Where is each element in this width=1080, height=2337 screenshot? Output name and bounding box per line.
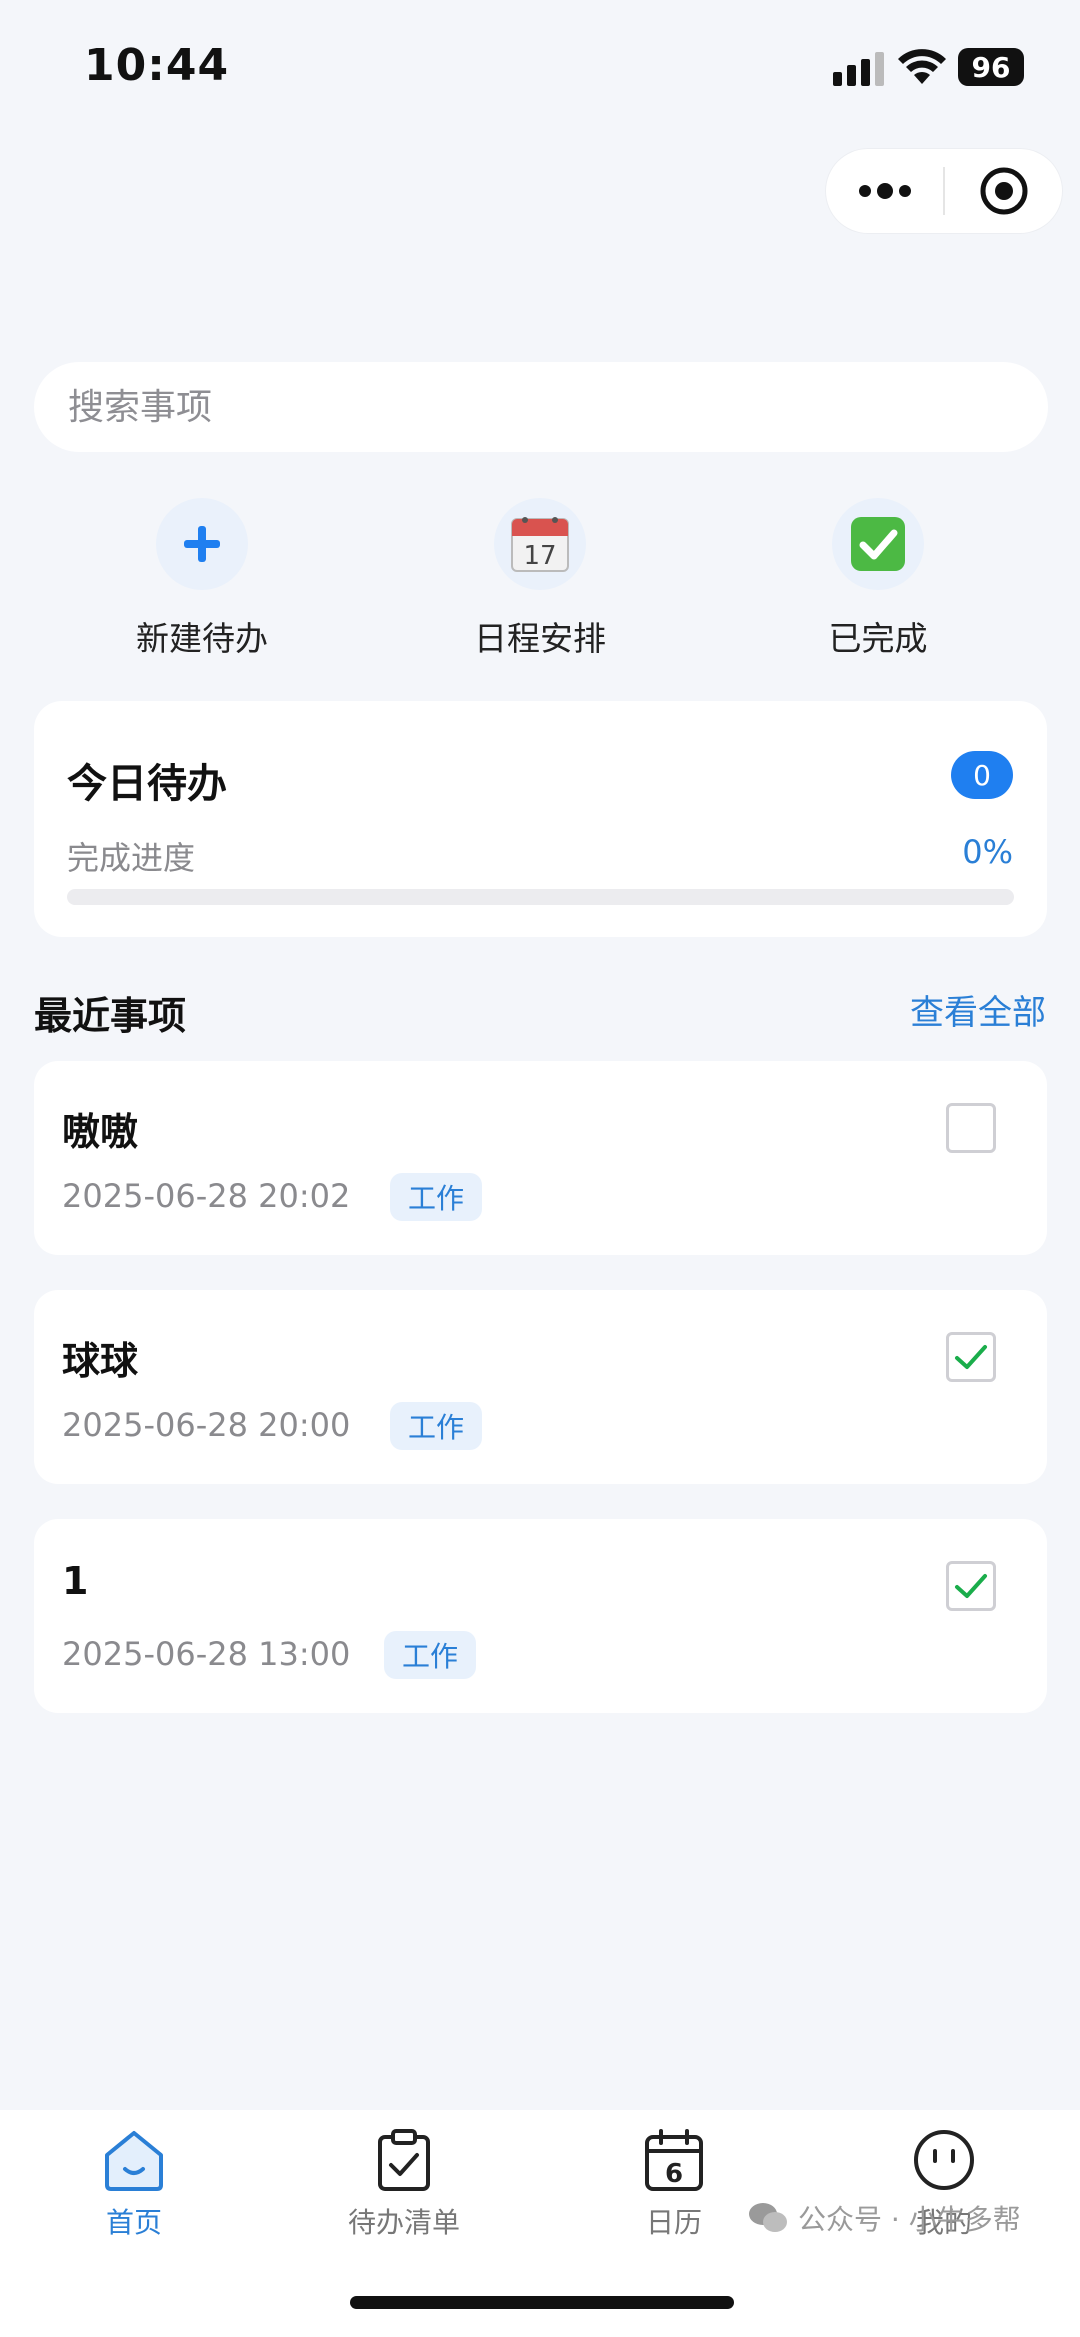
status-bar: 10:44 96 (0, 0, 1080, 140)
checkmark-icon (955, 1345, 987, 1369)
clipboard-check-icon (378, 2129, 430, 2191)
today-todo-card: 今日待办 0 完成进度 0% (34, 701, 1047, 937)
progress-label: 完成进度 (67, 839, 196, 877)
status-time: 10:44 (84, 40, 230, 91)
task-checkbox[interactable] (946, 1561, 996, 1611)
calendar-icon: 6 (645, 2129, 703, 2191)
tab-todo-list[interactable]: 待办清单 (304, 2127, 504, 2241)
tab-home[interactable]: 首页 (34, 2127, 234, 2241)
task-item[interactable]: 球球 2025-06-28 20:00 工作 (34, 1290, 1047, 1484)
more-options-button[interactable] (826, 149, 943, 233)
calendar-day-number: 6 (665, 2159, 683, 2189)
search-input[interactable] (34, 362, 1048, 452)
tab-todo-list-label: 待办清单 (347, 2206, 460, 2239)
task-datetime: 2025-06-28 20:00 (62, 1406, 351, 1444)
progress-percent: 0% (962, 833, 1013, 871)
check-mark-button-icon (832, 498, 924, 590)
task-category-tag: 工作 (390, 1173, 483, 1221)
schedule-button[interactable]: 17 日程安排 (410, 498, 670, 658)
task-item[interactable]: 嗷嗷 2025-06-28 20:02 工作 (34, 1061, 1047, 1255)
completed-button[interactable]: 已完成 (748, 498, 1008, 658)
tab-calendar[interactable]: 6 日历 (574, 2127, 774, 2241)
watermark-text: 公众号 · 小牛多帮 (798, 2203, 1021, 2236)
tab-home-label: 首页 (105, 2206, 162, 2239)
progress-bar (67, 889, 1014, 905)
mini-program-capsule (826, 149, 1062, 233)
new-todo-label: 新建待办 (136, 619, 268, 658)
view-all-link[interactable]: 查看全部 (910, 985, 1046, 1034)
completed-label: 已完成 (828, 619, 928, 658)
task-title: 嗷嗷 (62, 1110, 139, 1154)
today-title: 今日待办 (67, 761, 227, 807)
task-title: 球球 (62, 1339, 139, 1383)
wechat-icon (749, 2203, 787, 2232)
more-dots-icon (858, 183, 911, 199)
battery-indicator: 96 (958, 48, 1024, 86)
recent-items-list: 嗷嗷 2025-06-28 20:02 工作 球球 2025-06-28 20:… (34, 1061, 1047, 1748)
plus-icon (156, 498, 248, 590)
checkmark-icon (955, 1574, 987, 1598)
watermark: 公众号 · 小牛多帮 (748, 2198, 1021, 2238)
tab-calendar-label: 日历 (645, 2206, 702, 2239)
task-category-tag: 工作 (390, 1402, 483, 1450)
home-indicator (350, 2296, 734, 2309)
task-datetime: 2025-06-28 20:02 (62, 1177, 351, 1215)
task-category-tag: 工作 (384, 1631, 477, 1679)
calendar-icon: 17 (494, 498, 586, 590)
recent-items-title: 最近事项 (34, 994, 187, 1038)
close-mini-program-button[interactable] (945, 149, 1062, 233)
task-title: 1 (62, 1559, 89, 1603)
home-icon (105, 2131, 163, 2191)
task-datetime: 2025-06-28 13:00 (62, 1635, 351, 1673)
cellular-signal-icon (833, 52, 884, 86)
target-close-icon (980, 167, 1027, 215)
new-todo-button[interactable]: 新建待办 (72, 498, 332, 658)
task-checkbox[interactable] (946, 1103, 996, 1153)
face-icon (914, 2130, 974, 2190)
svg-text:17: 17 (523, 541, 556, 571)
schedule-label: 日程安排 (474, 619, 606, 658)
task-item[interactable]: 1 2025-06-28 13:00 工作 (34, 1519, 1047, 1713)
task-checkbox[interactable] (946, 1332, 996, 1382)
wifi-icon (898, 49, 946, 84)
today-count-badge: 0 (951, 751, 1013, 799)
